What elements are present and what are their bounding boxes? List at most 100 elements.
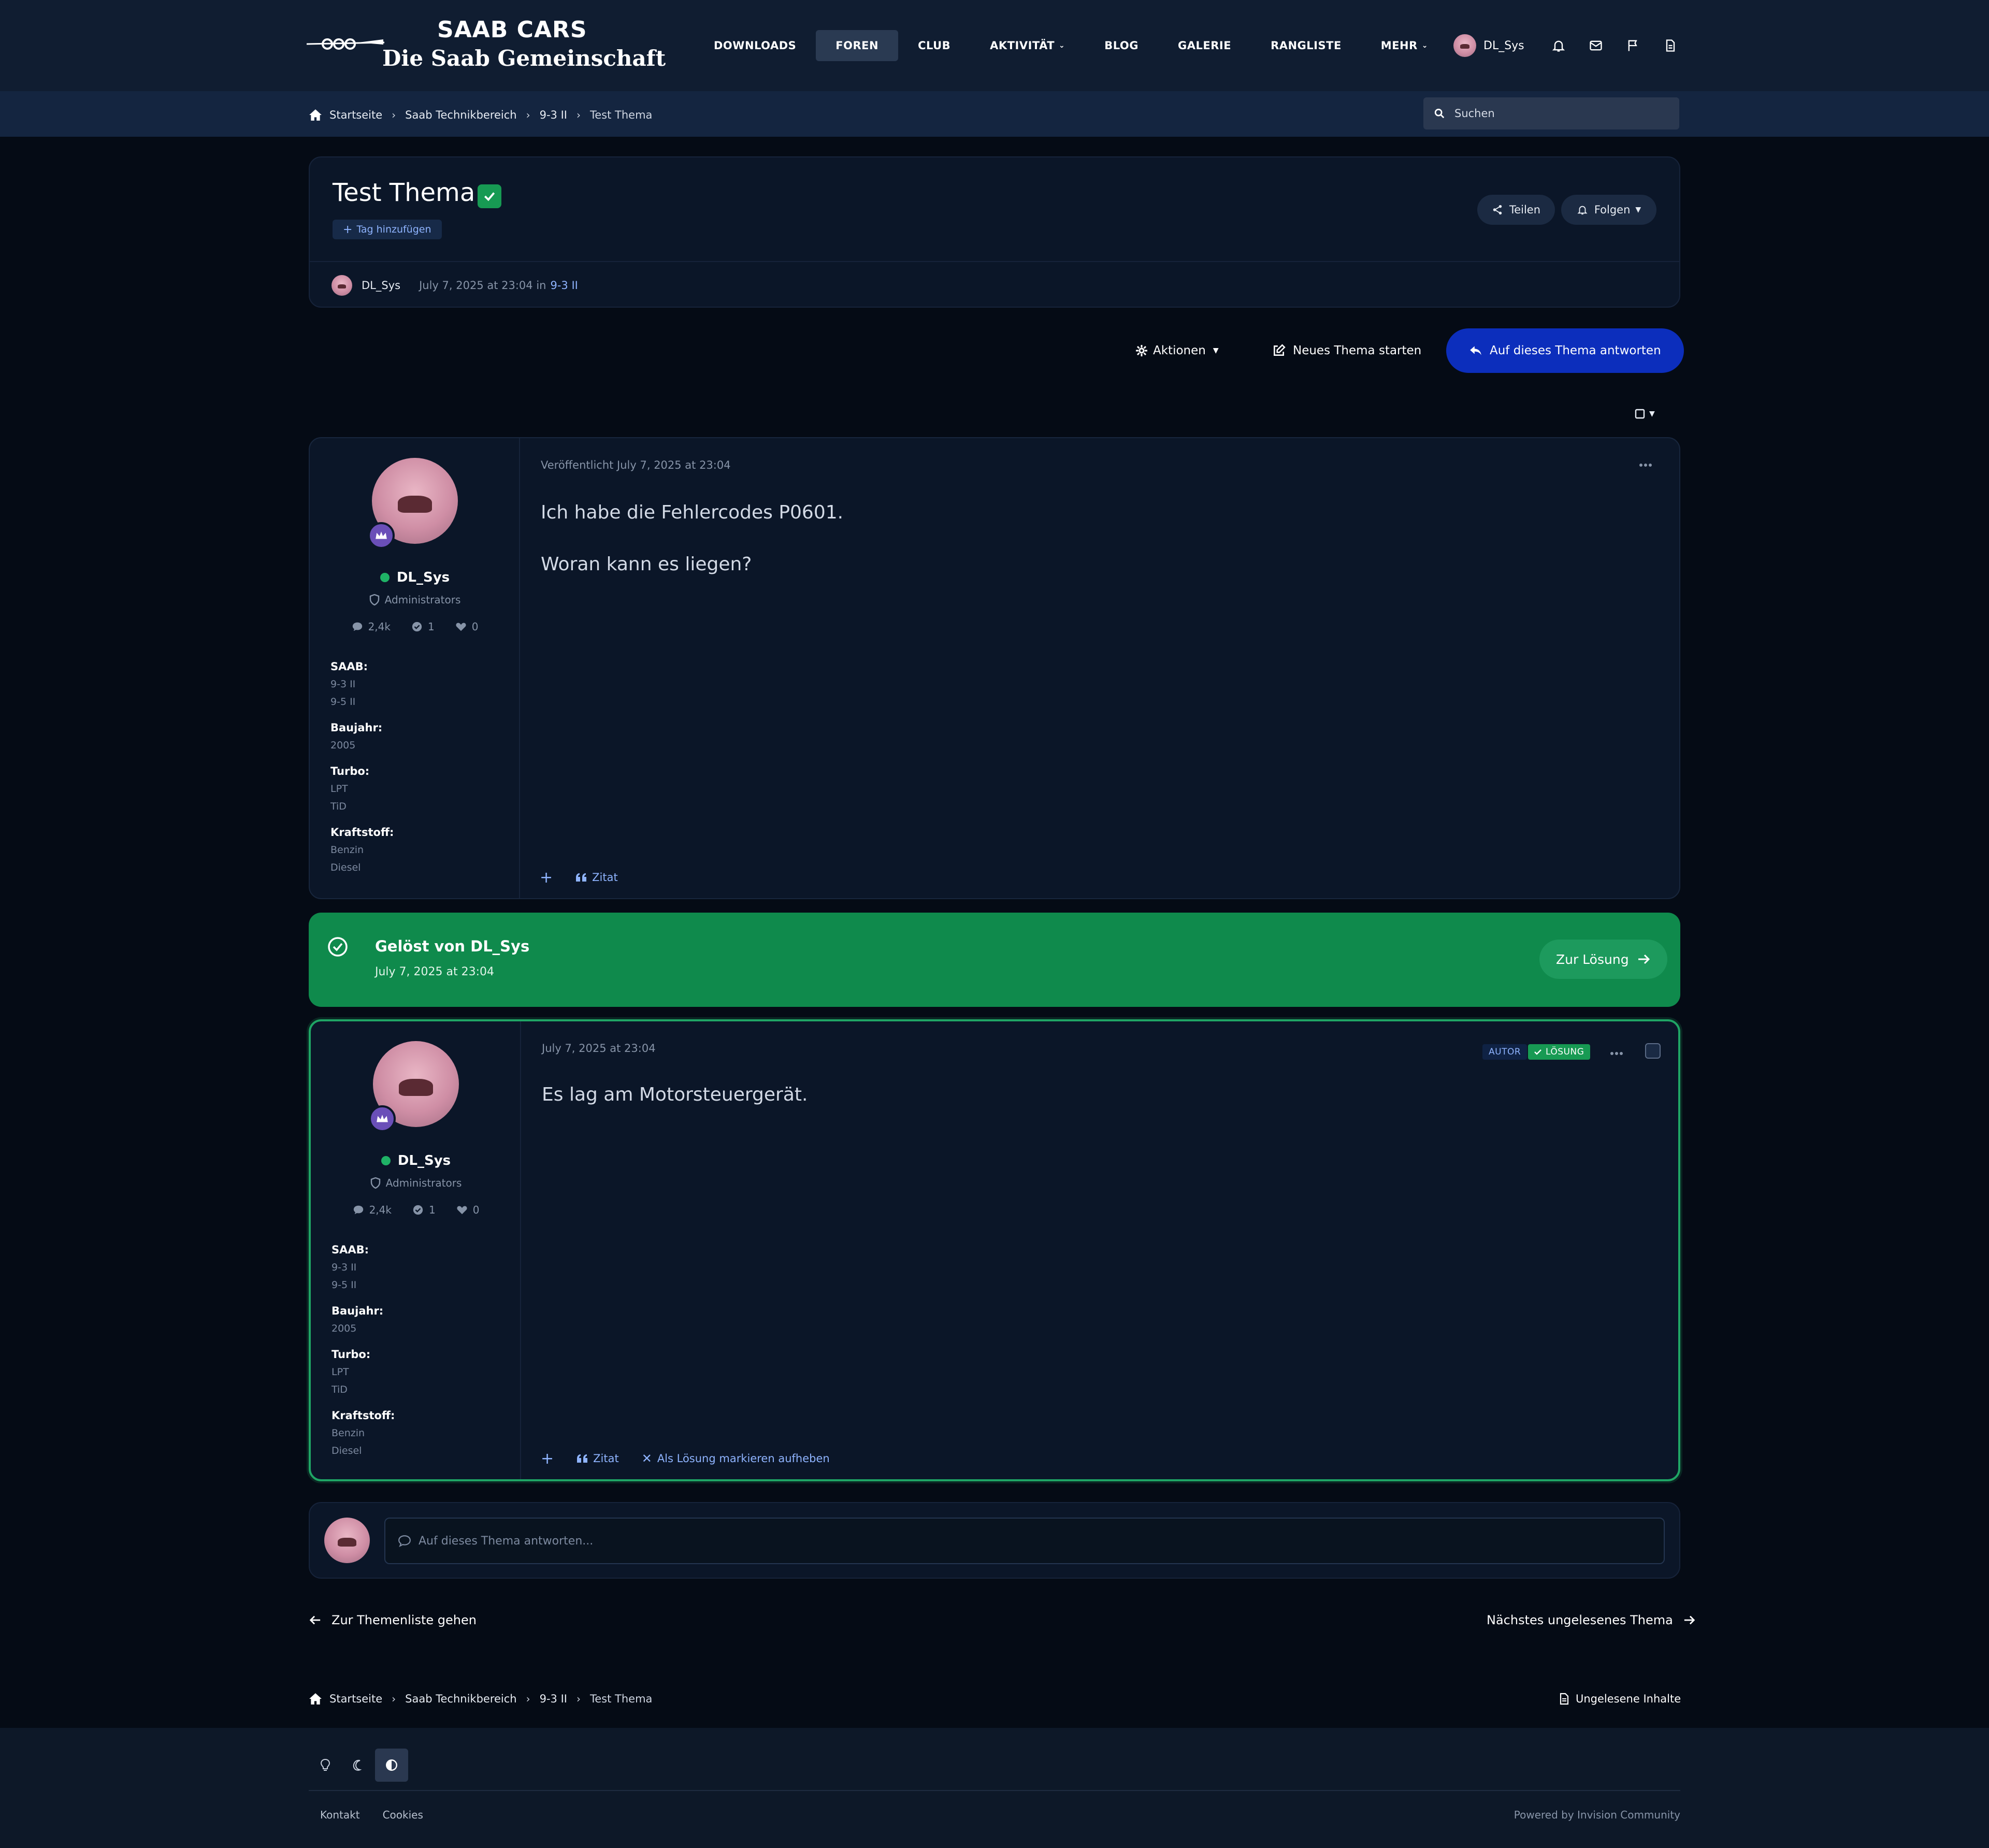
bell-icon[interactable] [1540, 33, 1577, 58]
footer-links: Kontakt Cookies [320, 1807, 446, 1823]
breadcrumb-item-forum[interactable]: 9-3 II [540, 109, 567, 121]
caret-down-icon: ▼ [1635, 206, 1641, 214]
quote-button[interactable]: Zitat [575, 871, 618, 884]
breadcrumb-item-startseite[interactable]: Startseite [329, 1693, 382, 1705]
field-label: SAAB: [330, 660, 368, 673]
field-value: TiD [330, 801, 347, 812]
shield-icon [369, 594, 379, 605]
nav-item-club[interactable]: CLUB [898, 30, 970, 61]
post-text-line: Es lag am Motorsteuergerät. [542, 1084, 808, 1105]
reputation-count[interactable]: 0 [456, 1204, 479, 1216]
search-input[interactable]: Suchen [1423, 97, 1679, 129]
home-icon[interactable] [309, 109, 322, 121]
comment-icon [353, 1205, 363, 1215]
nav-item-downloads[interactable]: DOWNLOADS [694, 30, 816, 61]
author-panel: DL_Sys Administrators 2,4k 1 0 SAAB: 9-3 … [311, 1021, 521, 1479]
field-value: 9-5 II [332, 1279, 357, 1291]
solved-check-icon [478, 184, 501, 208]
topic-author[interactable]: DL_Sys [362, 279, 400, 292]
field-value: LPT [332, 1366, 349, 1378]
user-name[interactable]: DL_Sys [1483, 39, 1524, 52]
avatar[interactable] [1453, 34, 1476, 57]
chevron-right-icon: › [526, 1693, 530, 1705]
nav-item-galerie[interactable]: GALERIE [1158, 30, 1251, 61]
post-author-name[interactable]: DL_Sys [311, 1153, 521, 1168]
multi-select-toggle[interactable]: ▼ [1635, 407, 1655, 421]
reputation-count[interactable]: 0 [455, 620, 478, 633]
nav-item-foren[interactable]: FOREN [816, 30, 899, 61]
nav-item-blog[interactable]: BLOG [1085, 30, 1158, 61]
post-date[interactable]: July 7, 2025 at 23:04 [542, 1042, 656, 1055]
share-button[interactable]: Teilen [1477, 195, 1555, 225]
page-title: Test Thema [333, 178, 475, 207]
nav-item-rangliste[interactable]: RANGLISTE [1251, 30, 1361, 61]
search-icon [1434, 108, 1445, 119]
follow-button[interactable]: Folgen ▼ [1561, 195, 1656, 225]
more-icon[interactable] [1639, 459, 1652, 471]
post-date[interactable]: Veröffentlicht July 7, 2025 at 23:04 [541, 459, 731, 471]
post-author-name[interactable]: DL_Sys [310, 570, 520, 585]
system-theme-button[interactable] [375, 1749, 408, 1782]
field-value: Benzin [330, 844, 364, 856]
post-select-checkbox[interactable] [1645, 1043, 1661, 1059]
rank-crown-icon [369, 1105, 396, 1132]
author-badge: AUTOR [1482, 1044, 1527, 1060]
post-count[interactable]: 2,4k [352, 620, 391, 633]
checkbox-icon [1635, 409, 1645, 419]
go-to-solution-button[interactable]: Zur Lösung [1539, 940, 1667, 979]
caret-down-icon: ▼ [1649, 410, 1655, 418]
breadcrumb-item-current: Test Thema [589, 1693, 653, 1705]
user-group: Administrators [311, 1177, 521, 1189]
avatar[interactable] [332, 275, 352, 296]
footer-link-contact[interactable]: Kontakt [320, 1809, 360, 1821]
back-to-topic-list-link[interactable]: Zur Themenliste gehen [309, 1610, 477, 1630]
site-logo[interactable]: SAAB CARS Die Saab Gemeinschaft [307, 17, 666, 75]
field-label: Turbo: [330, 765, 370, 777]
envelope-icon[interactable] [1577, 33, 1615, 58]
reply-input[interactable]: Auf dieses Thema antworten... [384, 1518, 1665, 1564]
chevron-down-icon: ⌄ [1421, 41, 1429, 50]
footer-link-cookies[interactable]: Cookies [383, 1809, 423, 1821]
field-value: 2005 [332, 1323, 357, 1334]
post-text-line: Ich habe die Fehlercodes P0601. [541, 502, 844, 523]
more-icon[interactable] [1610, 1047, 1623, 1060]
topic-forum-link[interactable]: 9-3 II [550, 279, 578, 292]
multiquote-button[interactable]: + [540, 869, 553, 887]
author-panel: DL_Sys Administrators 2,4k 1 0 SAAB: 9-3 … [310, 438, 520, 898]
add-tag-button[interactable]: + Tag hinzufügen [333, 220, 442, 239]
next-unread-topic-link[interactable]: Nächstes ungelesenes Thema [1487, 1610, 1696, 1630]
dark-theme-button[interactable] [342, 1749, 375, 1782]
breadcrumb-item-technik[interactable]: Saab Technikbereich [405, 1693, 516, 1705]
reply-topic-button[interactable]: Auf dieses Thema antworten [1446, 328, 1684, 373]
document-icon[interactable] [1652, 33, 1689, 58]
home-icon[interactable] [309, 1693, 322, 1705]
new-topic-button[interactable]: Neues Thema starten [1272, 328, 1421, 373]
heart-icon [456, 623, 466, 631]
unmark-solution-button[interactable]: ✕ Als Lösung markieren aufheben [642, 1451, 830, 1466]
nav-item-mehr[interactable]: MEHR ⌄ [1361, 30, 1448, 61]
breadcrumb-item-startseite[interactable]: Startseite [329, 109, 382, 121]
flag-icon[interactable] [1615, 33, 1652, 58]
solution-count[interactable]: 1 [411, 620, 435, 633]
quote-icon [576, 873, 587, 882]
actions-menu-button[interactable]: Aktionen ▼ [1135, 328, 1219, 373]
quote-icon [577, 1454, 588, 1463]
unread-content-link[interactable]: Ungelesene Inhalte [1559, 1690, 1681, 1708]
post-count[interactable]: 2,4k [353, 1204, 392, 1216]
divider [309, 1790, 1680, 1791]
breadcrumb-item-technik[interactable]: Saab Technikbereich [405, 109, 516, 121]
light-theme-button[interactable] [309, 1749, 342, 1782]
reply-icon [1470, 346, 1481, 355]
share-icon [1493, 205, 1502, 215]
breadcrumb-item-forum[interactable]: 9-3 II [540, 1693, 567, 1705]
nav-item-aktivitaet[interactable]: AKTIVITÄT ⌄ [970, 30, 1085, 61]
quote-button[interactable]: Zitat [576, 1452, 619, 1465]
close-icon: ✕ [641, 1451, 652, 1466]
chevron-down-icon: ⌄ [1059, 41, 1065, 50]
multiquote-button[interactable]: + [541, 1450, 554, 1468]
gear-icon [1136, 345, 1147, 356]
profile-fields: SAAB: 9-3 II 9-5 II Baujahr: 2005 Turbo: LPT… [332, 1241, 508, 1468]
solution-count[interactable]: 1 [412, 1204, 436, 1216]
powered-by-link[interactable]: Powered by Invision Community [1502, 1807, 1680, 1823]
solution-badge: LÖSUNG [1528, 1044, 1591, 1060]
